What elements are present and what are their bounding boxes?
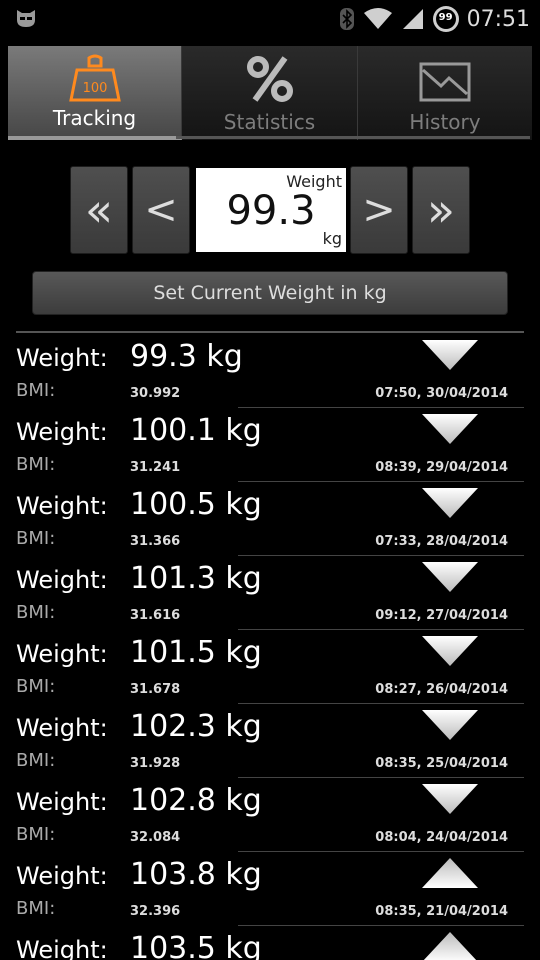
trend-down-icon: [422, 636, 478, 666]
bmi-value: 31.241: [130, 460, 181, 475]
double-chevron-left-icon: «: [84, 183, 114, 237]
list-item[interactable]: Weight: 101.3 kg BMI: 31.616 09:12, 27/0…: [0, 556, 540, 630]
double-chevron-right-icon: »: [426, 183, 456, 237]
increment-button[interactable]: >: [350, 166, 408, 254]
list-item[interactable]: Weight: 103.5 kg: [0, 926, 540, 960]
tab-label: Statistics: [223, 110, 316, 134]
bmi-label: BMI:: [16, 602, 56, 623]
signal-icon: [402, 9, 423, 29]
list-item[interactable]: Weight: 99.3 kg BMI: 30.992 07:50, 30/04…: [0, 334, 540, 408]
tab-underline: [176, 136, 530, 139]
weight-display-unit: kg: [322, 229, 342, 248]
bmi-label: BMI:: [16, 676, 56, 697]
percent-icon: [246, 56, 293, 102]
weight-label: Weight:: [16, 566, 108, 594]
trend-down-icon: [422, 340, 478, 370]
tab-label: History: [409, 110, 481, 134]
entry-timestamp: 09:12, 27/04/2014: [375, 608, 508, 623]
big-decrement-button[interactable]: «: [70, 166, 128, 254]
wifi-icon: [363, 8, 392, 29]
weight-label: Weight:: [16, 714, 108, 742]
tab-tracking[interactable]: 100 Tracking: [8, 46, 182, 140]
entry-timestamp: 07:50, 30/04/2014: [375, 386, 508, 401]
bmi-label: BMI:: [16, 824, 56, 845]
battery-icon: 99: [432, 6, 459, 32]
weight-display-value: 99.3: [226, 188, 316, 234]
bmi-label: BMI:: [16, 898, 56, 919]
decrement-button[interactable]: <: [132, 166, 190, 254]
weight-value: 102.3 kg: [130, 709, 262, 744]
trend-down-icon: [422, 488, 478, 518]
weight-value: 100.1 kg: [130, 413, 262, 448]
tab-bar: 100 Tracking Statistics History: [8, 46, 532, 140]
divider: [16, 331, 524, 333]
status-icons: 99 07:51: [339, 4, 530, 34]
entry-timestamp: 08:39, 29/04/2014: [375, 460, 508, 475]
weight-value: 101.3 kg: [130, 561, 262, 596]
trend-down-icon: [422, 562, 478, 592]
entry-timestamp: 08:27, 26/04/2014: [375, 682, 508, 697]
bmi-value: 32.396: [130, 904, 181, 919]
weight-value: 103.5 kg: [130, 931, 262, 960]
bmi-label: BMI:: [16, 750, 56, 771]
bmi-value: 30.992: [130, 386, 181, 401]
tab-label: Tracking: [52, 106, 137, 130]
bmi-label: BMI:: [16, 454, 56, 475]
bmi-label: BMI:: [16, 528, 56, 549]
big-increment-button[interactable]: »: [412, 166, 470, 254]
battery-level: 99: [438, 12, 453, 23]
status-bar: 99 07:51: [0, 0, 540, 38]
tab-statistics[interactable]: Statistics: [182, 46, 358, 140]
weight-display[interactable]: Weight 99.3 kg: [196, 168, 346, 252]
weight-value: 101.5 kg: [130, 635, 262, 670]
bmi-value: 31.616: [130, 608, 181, 623]
list-item[interactable]: Weight: 103.8 kg BMI: 32.396 08:35, 21/0…: [0, 852, 540, 926]
weight-value: 102.8 kg: [130, 783, 262, 818]
weight-label: Weight:: [16, 862, 108, 890]
weight-label: Weight:: [16, 418, 108, 446]
list-item[interactable]: Weight: 101.5 kg BMI: 31.678 08:27, 26/0…: [0, 630, 540, 704]
weight-label: Weight:: [16, 788, 108, 816]
entry-timestamp: 07:33, 28/04/2014: [375, 534, 508, 549]
weight-value: 103.8 kg: [130, 857, 262, 892]
weight-list: Weight: 99.3 kg BMI: 30.992 07:50, 30/04…: [0, 334, 540, 960]
cat-face-icon: [17, 10, 35, 27]
trend-up-icon: [422, 858, 478, 888]
entry-timestamp: 08:35, 25/04/2014: [375, 756, 508, 771]
entry-timestamp: 08:04, 24/04/2014: [375, 830, 508, 845]
scale-icon: 100: [68, 54, 121, 102]
chevron-right-icon: >: [362, 187, 396, 233]
chevron-left-icon: <: [144, 187, 178, 233]
list-item[interactable]: Weight: 100.5 kg BMI: 31.366 07:33, 28/0…: [0, 482, 540, 556]
weight-label: Weight:: [16, 936, 108, 960]
chart-icon: [419, 62, 471, 102]
entry-timestamp: 08:35, 21/04/2014: [375, 904, 508, 919]
trend-down-icon: [422, 414, 478, 444]
clock: 07:51: [466, 6, 530, 32]
list-item[interactable]: Weight: 102.8 kg BMI: 32.084 08:04, 24/0…: [0, 778, 540, 852]
weight-label: Weight:: [16, 344, 108, 372]
trend-up-icon: [423, 932, 477, 960]
weight-value: 100.5 kg: [130, 487, 262, 522]
trend-down-icon: [422, 784, 478, 814]
set-weight-button[interactable]: Set Current Weight in kg: [32, 271, 508, 315]
bluetooth-icon: [339, 8, 354, 30]
bmi-label: BMI:: [16, 380, 56, 401]
svg-text:100: 100: [82, 81, 107, 96]
bmi-value: 32.084: [130, 830, 181, 845]
bmi-value: 31.678: [130, 682, 181, 697]
weight-label: Weight:: [16, 492, 108, 520]
weight-stepper: « < Weight 99.3 kg > »: [0, 166, 540, 254]
bmi-value: 31.366: [130, 534, 181, 549]
trend-down-icon: [422, 710, 478, 740]
weight-value: 99.3 kg: [130, 339, 243, 374]
weight-label: Weight:: [16, 640, 108, 668]
list-item[interactable]: Weight: 100.1 kg BMI: 31.241 08:39, 29/0…: [0, 408, 540, 482]
list-item[interactable]: Weight: 102.3 kg BMI: 31.928 08:35, 25/0…: [0, 704, 540, 778]
bmi-value: 31.928: [130, 756, 181, 771]
tab-history[interactable]: History: [358, 46, 532, 140]
